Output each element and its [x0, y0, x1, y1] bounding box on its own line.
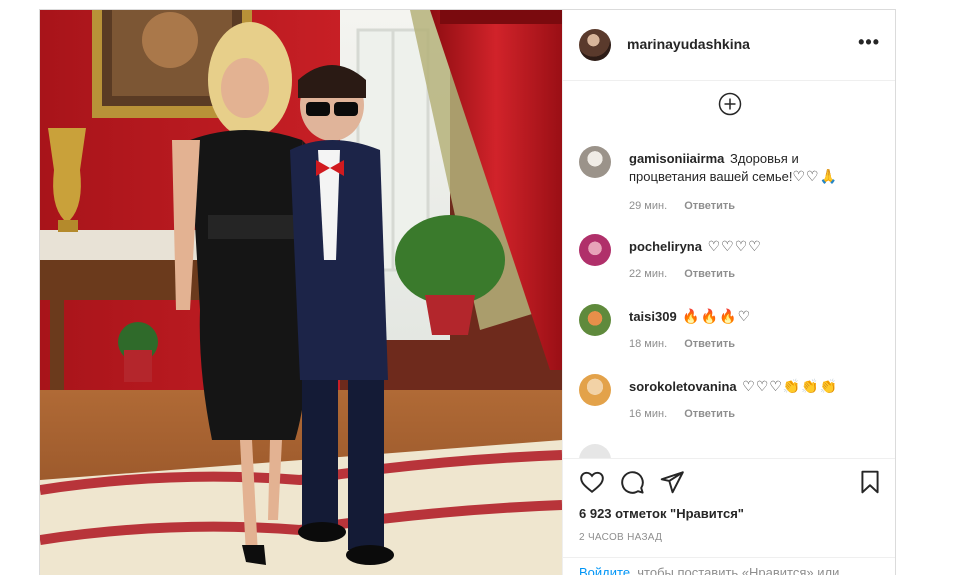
comment-emoji: ♡♡♡♡: [707, 239, 762, 255]
login-prompt: Войдите, чтобы поставить «Нравится» или: [563, 557, 895, 575]
comment-emoji: 🔥🔥🔥♡: [682, 309, 752, 325]
reply-button[interactable]: Ответить: [684, 338, 735, 350]
login-link[interactable]: Войдите: [579, 565, 630, 575]
paper-plane-icon[interactable]: [659, 469, 685, 495]
comment-emoji: ♡♡🙏: [792, 169, 838, 185]
bookmark-icon[interactable]: [857, 469, 883, 495]
author-username[interactable]: marinayudashkina: [627, 36, 750, 52]
comment-time: 18 мин.: [629, 338, 668, 350]
commenter-username[interactable]: sorokoletovanina: [629, 379, 737, 394]
post-timestamp: 2 ЧАСОВ НАЗАД: [579, 532, 663, 543]
comment-time: 16 мин.: [629, 408, 668, 420]
comment-meta: 22 мин. Ответить: [629, 268, 749, 280]
post-photo[interactable]: [40, 10, 562, 575]
comment-icon[interactable]: [619, 469, 645, 495]
reply-button[interactable]: Ответить: [684, 408, 735, 420]
commenter-avatar[interactable]: [579, 234, 611, 266]
plus-circle-icon[interactable]: [718, 92, 742, 116]
instagram-post: marinayudashkina ••• gamisoniiairma Здор…: [39, 9, 896, 575]
commenter-username[interactable]: taisi309: [629, 309, 677, 324]
post-sidebar: marinayudashkina ••• gamisoniiairma Здор…: [562, 10, 895, 575]
more-options-icon[interactable]: •••: [858, 32, 880, 53]
commenter-avatar[interactable]: [579, 304, 611, 336]
commenter-avatar[interactable]: [579, 374, 611, 406]
comment-text: sorokoletovanina ♡♡♡👏👏👏: [629, 378, 879, 396]
reply-button[interactable]: Ответить: [684, 268, 735, 280]
photo-illustration: [40, 10, 562, 575]
post-header: marinayudashkina •••: [563, 10, 895, 81]
comment-meta: 29 мин. Ответить: [629, 200, 749, 212]
heart-icon[interactable]: [579, 469, 605, 495]
comment-meta: 18 мин. Ответить: [629, 338, 749, 350]
comment-text: pocheliryna ♡♡♡♡: [629, 238, 879, 256]
post-actions: 6 923 отметок "Нравится" 2 ЧАСОВ НАЗАД В…: [563, 458, 895, 575]
comment-emoji: ♡♡♡👏👏👏: [742, 379, 839, 395]
comment-time: 22 мин.: [629, 268, 668, 280]
commenter-username[interactable]: gamisoniiairma: [629, 151, 724, 166]
commenter-username[interactable]: pocheliryna: [629, 239, 702, 254]
commenter-avatar[interactable]: [579, 444, 611, 458]
likes-count[interactable]: 6 923 отметок "Нравится": [579, 506, 744, 521]
comment-time: 29 мин.: [629, 200, 668, 212]
commenter-avatar[interactable]: [579, 146, 611, 178]
comment-text: taisi309 🔥🔥🔥♡: [629, 308, 879, 326]
comments-list: gamisoniiairma Здоровья и процветания ва…: [563, 146, 895, 458]
author-avatar[interactable]: [579, 29, 611, 61]
reply-button[interactable]: Ответить: [684, 200, 735, 212]
comment-text: gamisoniiairma Здоровья и процветания ва…: [629, 150, 879, 186]
comment-meta: 16 мин. Ответить: [629, 408, 749, 420]
login-prompt-text: , чтобы поставить «Нравится» или: [630, 565, 840, 575]
